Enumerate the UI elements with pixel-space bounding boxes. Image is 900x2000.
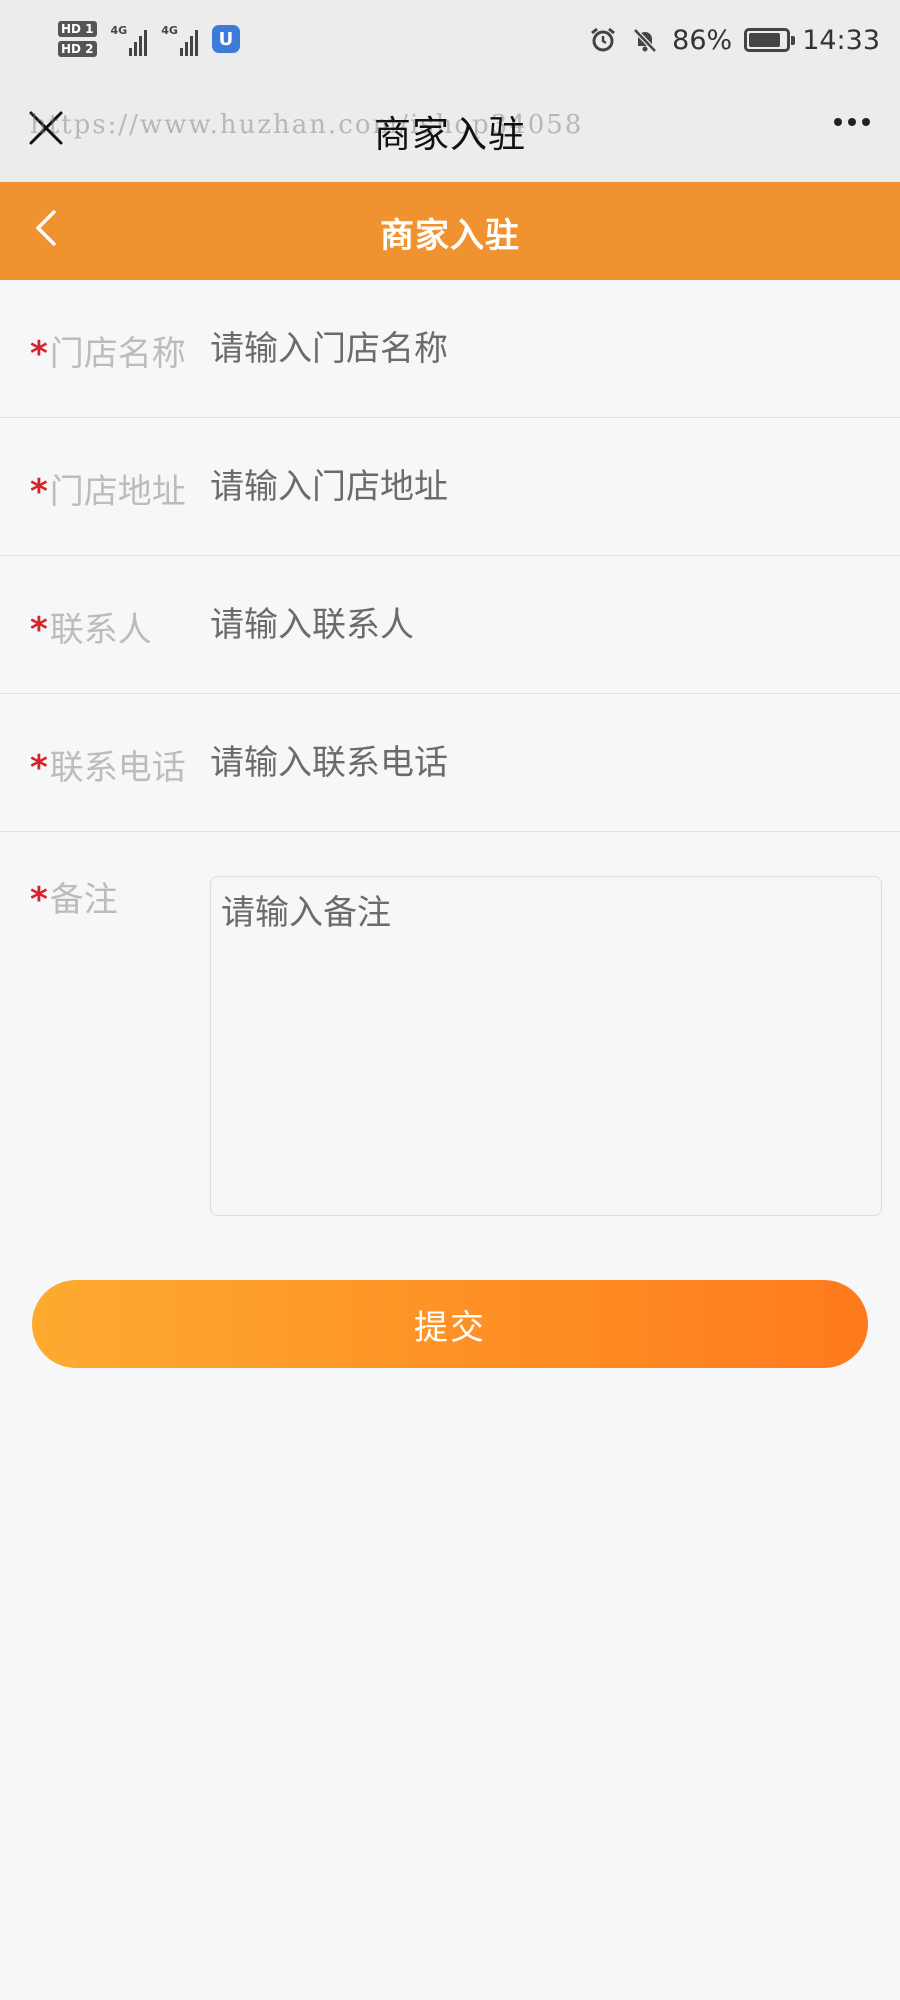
page-title: 商家入驻 — [380, 216, 520, 256]
more-dot-icon — [862, 118, 870, 126]
contact-person-row: *联系人 — [0, 556, 900, 694]
more-dot-icon — [834, 118, 842, 126]
required-mark: * — [30, 472, 48, 512]
store-name-row: *门店名称 — [0, 280, 900, 418]
more-dot-icon — [848, 118, 856, 126]
more-options-button[interactable] — [834, 118, 870, 126]
note-row: *备注 — [0, 832, 900, 1232]
battery-icon — [744, 28, 796, 52]
contact-phone-input[interactable] — [210, 730, 870, 796]
status-bar: HD 1 HD 2 4G 4G U 86% 14:33 — [0, 0, 900, 80]
required-mark: * — [30, 334, 48, 374]
signal-icon-sim2: 4G — [161, 22, 198, 56]
store-name-input[interactable] — [210, 316, 870, 382]
merchant-form: *门店名称 *门店地址 *联系人 *联系电话 *备注 — [0, 280, 900, 1232]
store-address-label-text: 门店地址 — [49, 472, 186, 512]
status-left-group: HD 1 HD 2 4G 4G U — [58, 14, 240, 64]
signal-icon-sim1: 4G — [111, 22, 148, 56]
contact-person-label: *联系人 — [30, 602, 152, 651]
required-mark: * — [30, 610, 48, 650]
webview-title-bar: https://www.huzhan.com/ishop34058 商家入驻 — [0, 80, 900, 182]
store-address-row: *门店地址 — [0, 418, 900, 556]
hd-indicators: HD 1 HD 2 — [58, 21, 97, 57]
contact-phone-label-text: 联系电话 — [49, 748, 186, 788]
note-label: *备注 — [30, 872, 118, 921]
alarm-icon — [588, 25, 618, 55]
app-header: 商家入驻 — [0, 182, 900, 280]
store-name-label-text: 门店名称 — [49, 334, 186, 374]
clock: 14:33 — [802, 24, 880, 56]
submit-button[interactable]: 提交 — [32, 1280, 868, 1368]
store-address-input[interactable] — [210, 454, 870, 520]
network-type-sim2: 4G — [161, 24, 178, 37]
contact-person-label-text: 联系人 — [49, 610, 152, 650]
status-right-group: 86% 14:33 — [588, 18, 880, 62]
store-name-label: *门店名称 — [30, 326, 186, 375]
contact-person-input[interactable] — [210, 592, 870, 658]
store-address-label: *门店地址 — [30, 464, 186, 513]
battery-percent: 86% — [672, 24, 733, 56]
required-mark: * — [30, 880, 48, 920]
mute-bell-icon — [630, 25, 660, 55]
contact-phone-label: *联系电话 — [30, 740, 186, 789]
contact-phone-row: *联系电话 — [0, 694, 900, 832]
sim2-hd-badge: HD 2 — [58, 41, 97, 57]
required-mark: * — [30, 748, 48, 788]
note-textarea[interactable] — [210, 876, 882, 1216]
sim1-hd-badge: HD 1 — [58, 21, 97, 37]
note-label-text: 备注 — [49, 880, 118, 920]
app-notification-icon: U — [211, 25, 240, 53]
network-type-sim1: 4G — [110, 24, 128, 37]
webview-title: 商家入驻 — [374, 113, 526, 156]
